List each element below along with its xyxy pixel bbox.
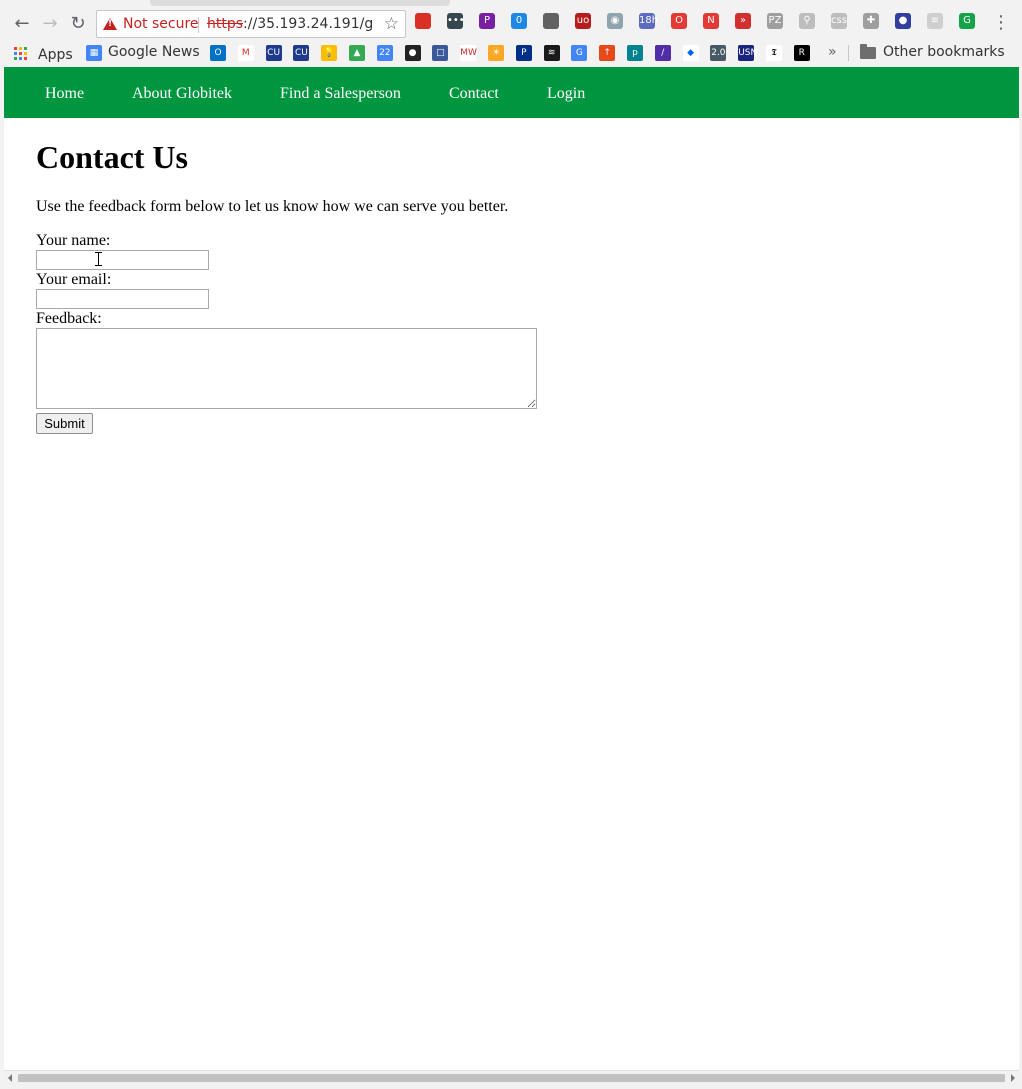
nav-login[interactable]: Login: [547, 67, 585, 120]
url-scheme: https: [207, 16, 244, 32]
text-cursor-icon: [95, 252, 102, 266]
ext-gamepad-icon[interactable]: ✚: [863, 13, 879, 29]
scroll-right-icon[interactable]: [1011, 1074, 1015, 1082]
ext-grammarly-icon[interactable]: G: [959, 13, 975, 29]
site-navigation: Home About Globitek Find a Salesperson C…: [4, 67, 1019, 118]
active-tab[interactable]: [150, 0, 450, 6]
nav-about-globitek[interactable]: About Globitek: [132, 67, 232, 120]
back-icon[interactable]: ←: [10, 12, 34, 36]
other-bookmarks-label: Other bookmarks: [883, 44, 1005, 60]
page-viewport: Home About Globitek Find a Salesperson C…: [4, 67, 1019, 1070]
feedback-textarea[interactable]: [36, 328, 537, 409]
nav-home[interactable]: Home: [45, 67, 84, 120]
r-bookmark-icon[interactable]: R: [793, 45, 810, 61]
outlook-bookmark-icon[interactable]: O: [210, 45, 226, 61]
cuny2-bookmark-icon[interactable]: CU: [293, 45, 310, 61]
name-label: Your name:: [36, 232, 111, 249]
scrollbar-thumb[interactable]: [18, 1074, 1005, 1082]
page-title: Contact Us: [36, 139, 188, 175]
url-text[interactable]: https://35.193.24.191/g...: [207, 11, 372, 37]
folder-icon: [860, 44, 876, 59]
calc-bookmark-icon[interactable]: 2.0: [710, 45, 727, 61]
ext-forward-icon[interactable]: »: [735, 13, 751, 29]
ext-flag-icon[interactable]: ●: [895, 13, 911, 29]
cuny-bookmark-icon[interactable]: CU: [265, 45, 282, 61]
google-news-icon: ▦: [86, 45, 102, 61]
nav-find-salesperson[interactable]: Find a Salesperson: [280, 67, 401, 120]
bookmark-star-icon[interactable]: ☆: [384, 11, 399, 37]
apps-label: Apps: [38, 47, 73, 63]
mw-bookmark-icon[interactable]: MW: [460, 45, 477, 61]
ext-page-icon[interactable]: ≡: [927, 13, 943, 29]
sun-bookmark-icon[interactable]: ☀: [488, 45, 504, 61]
submit-button[interactable]: Submit: [36, 413, 93, 434]
bookmarks-divider: [848, 45, 849, 61]
address-bar[interactable]: Not secure https://35.193.24.191/g... ☆: [96, 10, 406, 38]
paypal-bookmark-icon[interactable]: P: [515, 45, 532, 61]
ext-ghost-icon[interactable]: 0: [511, 13, 527, 29]
ext-dots-icon[interactable]: •••: [447, 13, 465, 29]
nav-contact[interactable]: Contact: [449, 67, 499, 120]
usn-bookmark-icon[interactable]: USN: [738, 45, 757, 61]
email-label: Your email:: [36, 271, 112, 288]
warning-icon[interactable]: [103, 18, 117, 30]
name-input[interactable]: [36, 250, 209, 270]
github-bookmark-icon[interactable]: ●: [404, 45, 421, 61]
email-input[interactable]: [36, 289, 209, 309]
bookmarks-bar: Apps ▦ Google News O M CU CU 💡 ▲ 22 ● □ MW ☀ P ≋ G ↑ p /…: [0, 41, 1022, 66]
browser-chrome: ← → ↻ Not secure https://35.193.24.191/g…: [0, 0, 1022, 67]
apps-grid-icon: [14, 47, 28, 61]
more-bookmarks-icon[interactable]: »: [828, 41, 837, 63]
ext-shield-icon[interactable]: O: [671, 13, 687, 29]
translate-bookmark-icon[interactable]: G: [571, 45, 588, 61]
pocket-bookmark-icon[interactable]: □: [432, 45, 449, 61]
ext-eye-icon[interactable]: ◉: [607, 13, 623, 29]
forward-icon[interactable]: →: [38, 12, 62, 36]
scroll-left-icon[interactable]: [8, 1074, 12, 1082]
keep-bookmark-icon[interactable]: 💡: [321, 45, 338, 61]
ext-css-icon[interactable]: css: [831, 13, 847, 29]
browser-menu-icon[interactable]: ⋮: [992, 12, 1010, 36]
omnibox-divider: [198, 17, 199, 33]
reload-icon[interactable]: ↻: [66, 12, 90, 36]
purple-bookmark-icon[interactable]: /: [654, 45, 671, 61]
arrow-bookmark-icon[interactable]: ↑: [599, 45, 616, 61]
url-host: ://35.193.24.191/g...: [243, 16, 372, 32]
dropbox-bookmark-icon[interactable]: ◆: [682, 45, 699, 61]
gmail-bookmark-icon[interactable]: M: [237, 45, 254, 61]
ext-ublock-icon[interactable]: uo: [575, 13, 591, 29]
browser-toolbar: ← → ↻ Not secure https://35.193.24.191/g…: [0, 8, 1022, 40]
ext-stop-icon[interactable]: N: [703, 13, 719, 29]
security-indicator[interactable]: Not secure: [123, 11, 199, 37]
ext-magnify-icon[interactable]: ⚲: [799, 13, 815, 29]
google-news-label: Google News: [108, 44, 200, 60]
ext-p-icon[interactable]: P: [479, 13, 495, 29]
nyt-bookmark-icon[interactable]: 𝕿: [766, 45, 782, 61]
ext-plug-icon[interactable]: [543, 13, 559, 29]
ext-calendar-icon[interactable]: 18h: [639, 13, 658, 29]
horizontal-scrollbar[interactable]: [4, 1070, 1019, 1085]
spotify-bookmark-icon[interactable]: ≋: [543, 45, 560, 61]
intro-text: Use the feedback form below to let us kn…: [36, 198, 509, 215]
ext-red-book-icon[interactable]: [415, 13, 431, 29]
calendar-bookmark-icon[interactable]: 22: [376, 45, 393, 61]
ext-pz-icon[interactable]: PZ: [767, 13, 783, 29]
p-bookmark-icon[interactable]: p: [627, 45, 643, 61]
feedback-label: Feedback:: [36, 310, 102, 327]
drive-bookmark-icon[interactable]: ▲: [349, 45, 365, 61]
